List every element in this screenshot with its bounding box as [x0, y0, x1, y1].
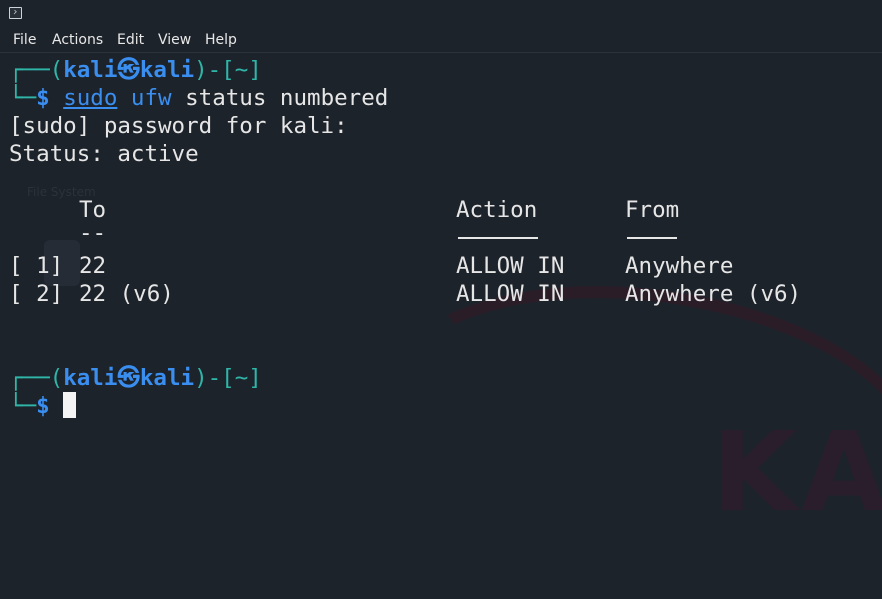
sudo-password-line: [sudo] password for kali:: [9, 113, 348, 139]
rule-2-num: [ 2]: [9, 281, 64, 307]
menu-actions[interactable]: Actions: [52, 32, 103, 48]
menu-view[interactable]: View: [158, 32, 191, 48]
terminal-icon: [9, 7, 22, 19]
menu-bar: File Actions Edit View Help: [0, 28, 882, 52]
rule-1-from: Anywhere: [625, 253, 734, 279]
menu-file[interactable]: File: [13, 32, 36, 48]
rule-2-action: ALLOW IN: [456, 281, 565, 307]
rule-1-num: [ 1]: [9, 253, 64, 279]
command-line-2: └─$: [9, 392, 77, 420]
rule-2-to: 22 (v6): [79, 281, 174, 307]
rule-1-to: 22: [79, 253, 107, 279]
prompt-line-top-2: ┌──(kali㉿kali)-[~]: [9, 365, 262, 391]
dash-from: [627, 211, 677, 239]
rule-1-action: ALLOW IN: [456, 253, 565, 279]
rule-2-from: Anywhere (v6): [625, 281, 802, 307]
dash-action: [458, 211, 538, 239]
menu-edit[interactable]: Edit: [117, 32, 144, 48]
text-cursor: [63, 392, 77, 418]
status-line: Status: active: [9, 141, 199, 167]
menu-divider: [0, 52, 882, 53]
dash-to: --: [79, 220, 107, 246]
command-line: └─$ sudo ufw status numbered: [9, 85, 389, 111]
window-titlebar: [0, 0, 882, 28]
menu-help[interactable]: Help: [205, 32, 237, 48]
terminal-output[interactable]: ┌──(kali㉿kali)-[~] └─$ sudo ufw status n…: [0, 55, 882, 481]
prompt-line-top: ┌──(kali㉿kali)-[~]: [9, 57, 262, 83]
